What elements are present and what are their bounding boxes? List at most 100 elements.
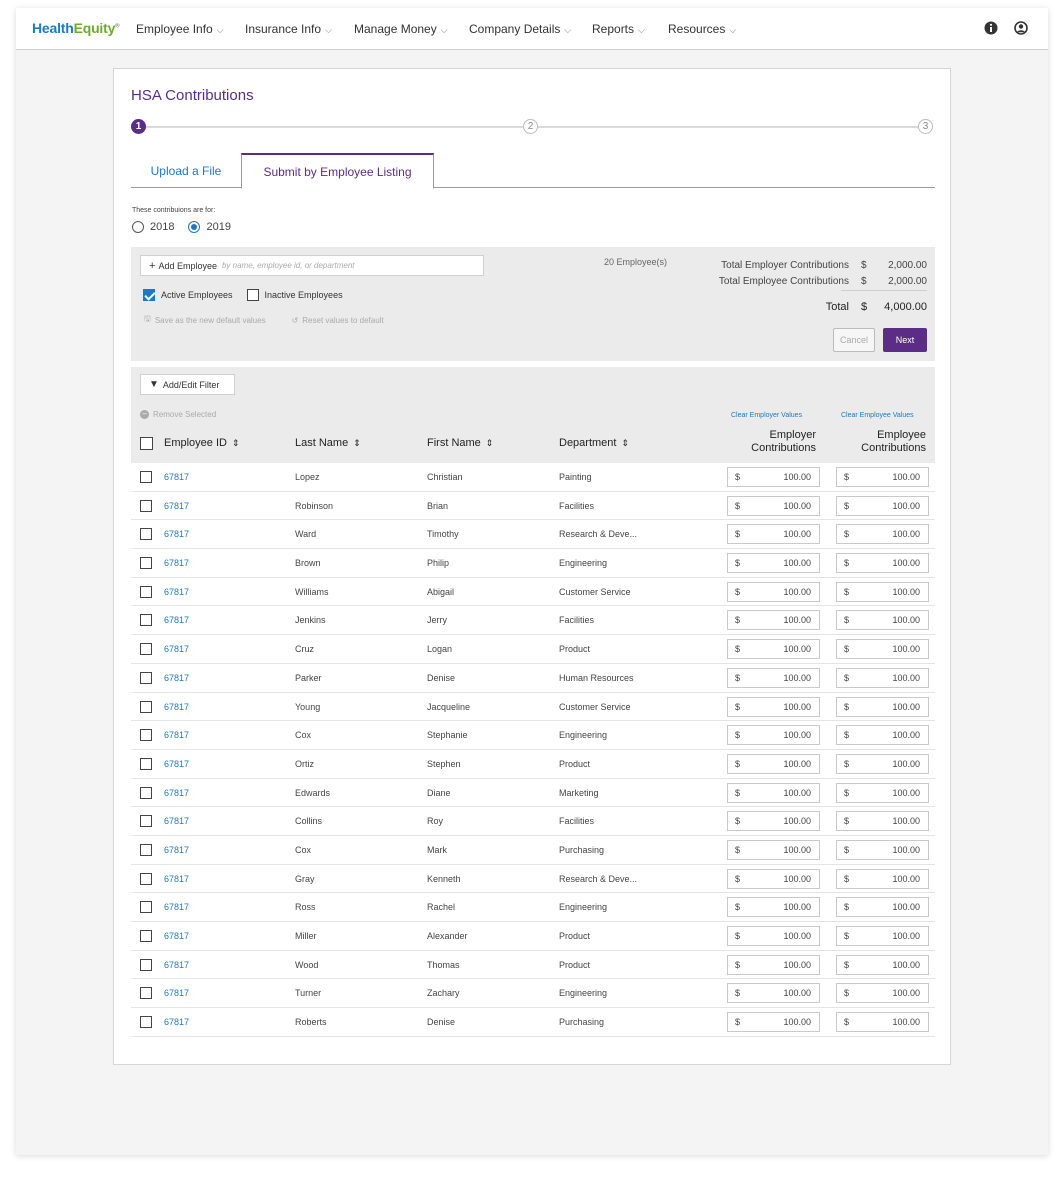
employee-contribution-input[interactable]: $100.00 — [836, 954, 929, 975]
add-employee-input[interactable]: + Add Employee by name, employee id, or … — [140, 255, 484, 276]
row-checkbox[interactable] — [140, 901, 152, 914]
employee-contribution-input[interactable]: $100.00 — [836, 926, 929, 946]
employer-contribution-input[interactable]: $100.00 — [727, 782, 820, 803]
row-checkbox[interactable] — [140, 729, 152, 742]
column-header-last-name[interactable]: Last Name ⇕ — [295, 437, 361, 449]
employer-contribution-input[interactable]: $100.00 — [727, 696, 820, 717]
employee-id-link[interactable]: 67817 — [164, 702, 189, 712]
row-checkbox[interactable] — [140, 958, 152, 971]
employee-contribution-input[interactable]: $100.00 — [836, 782, 929, 803]
employee-contribution-input[interactable]: $100.00 — [836, 1012, 929, 1033]
row-checkbox[interactable] — [140, 671, 152, 684]
row-checkbox[interactable] — [140, 757, 152, 770]
employer-contribution-input[interactable]: $100.00 — [727, 811, 820, 832]
remove-selected-button[interactable]: – Remove Selected — [140, 410, 216, 419]
employee-id-link[interactable]: 67817 — [164, 501, 189, 511]
clear-employer-values-link[interactable]: Clear Employer Values — [731, 412, 802, 419]
employee-contribution-input[interactable]: $100.00 — [836, 581, 929, 602]
employee-id-link[interactable]: 67817 — [164, 529, 189, 539]
employee-id-link[interactable]: 67817 — [164, 1017, 189, 1027]
row-checkbox[interactable] — [140, 843, 152, 856]
info-icon[interactable] — [984, 21, 998, 35]
employee-id-link[interactable]: 67817 — [164, 472, 189, 482]
employer-contribution-input[interactable]: $100.00 — [727, 524, 820, 545]
column-header-employee-id[interactable]: Employee ID ⇕ — [164, 437, 240, 449]
row-checkbox[interactable] — [140, 815, 152, 828]
employee-id-link[interactable]: 67817 — [164, 730, 189, 740]
row-checkbox[interactable] — [140, 930, 152, 942]
row-checkbox[interactable] — [140, 643, 152, 656]
employer-contribution-input[interactable]: $100.00 — [727, 610, 820, 631]
row-checkbox[interactable] — [140, 614, 152, 627]
row-checkbox[interactable] — [140, 872, 152, 885]
tab-upload-file[interactable]: Upload a File — [131, 153, 241, 188]
cancel-button[interactable]: Cancel — [833, 328, 875, 352]
employee-contribution-input[interactable]: $100.00 — [836, 839, 929, 860]
employee-contribution-input[interactable]: $100.00 — [836, 553, 929, 574]
employer-contribution-input[interactable]: $100.00 — [727, 926, 820, 946]
nav-employee-info[interactable]: Employee Info ⌵ — [136, 22, 224, 36]
employee-contribution-input[interactable]: $100.00 — [836, 667, 929, 688]
row-checkbox[interactable] — [140, 1016, 152, 1029]
reset-default-link[interactable]: Reset values to default — [302, 316, 383, 325]
employee-contribution-input[interactable]: $100.00 — [836, 725, 929, 746]
employer-contribution-input[interactable]: $100.00 — [727, 725, 820, 746]
employee-id-link[interactable]: 67817 — [164, 788, 189, 798]
employee-id-link[interactable]: 67817 — [164, 587, 189, 597]
employee-id-link[interactable]: 67817 — [164, 759, 189, 769]
employee-contribution-input[interactable]: $100.00 — [836, 610, 929, 631]
row-checkbox[interactable] — [140, 786, 152, 799]
employee-id-link[interactable]: 67817 — [164, 615, 189, 625]
employer-contribution-input[interactable]: $100.00 — [727, 954, 820, 975]
save-default-link[interactable]: Save as the new default values — [155, 316, 266, 325]
select-all-checkbox[interactable] — [140, 437, 153, 450]
nav-resources[interactable]: Resources ⌵ — [668, 22, 736, 36]
row-checkbox[interactable] — [140, 499, 152, 512]
tab-employee-listing[interactable]: Submit by Employee Listing — [241, 153, 434, 189]
row-checkbox[interactable] — [140, 557, 152, 570]
employee-contribution-input[interactable]: $100.00 — [836, 811, 929, 832]
add-edit-filter-button[interactable]: ▼ Add/Edit Filter — [140, 374, 235, 395]
employee-contribution-input[interactable]: $100.00 — [836, 524, 929, 545]
employee-id-link[interactable]: 67817 — [164, 845, 189, 855]
radio-2019[interactable] — [188, 221, 201, 233]
nav-company-details[interactable]: Company Details ⌵ — [469, 22, 571, 36]
employer-contribution-input[interactable]: $100.00 — [727, 467, 820, 487]
employer-contribution-input[interactable]: $100.00 — [727, 581, 820, 602]
employer-contribution-input[interactable]: $100.00 — [727, 1012, 820, 1033]
employee-contribution-input[interactable]: $100.00 — [836, 897, 929, 918]
row-checkbox[interactable] — [140, 585, 152, 598]
row-checkbox[interactable] — [140, 700, 152, 713]
employee-id-link[interactable]: 67817 — [164, 644, 189, 654]
employer-contribution-input[interactable]: $100.00 — [727, 495, 820, 516]
inactive-employees-checkbox[interactable] — [246, 289, 259, 301]
employee-id-link[interactable]: 67817 — [164, 558, 189, 568]
employee-contribution-input[interactable]: $100.00 — [836, 696, 929, 717]
nav-insurance-info[interactable]: Insurance Info ⌵ — [245, 22, 332, 36]
nav-reports[interactable]: Reports ⌵ — [592, 22, 645, 36]
column-header-department[interactable]: Department ⇕ — [559, 437, 629, 449]
employer-contribution-input[interactable]: $100.00 — [727, 553, 820, 574]
employer-contribution-input[interactable]: $100.00 — [727, 983, 820, 1004]
employee-contribution-input[interactable]: $100.00 — [836, 639, 929, 660]
employee-contribution-input[interactable]: $100.00 — [836, 495, 929, 516]
employee-id-link[interactable]: 67817 — [164, 902, 189, 912]
column-header-first-name[interactable]: First Name ⇕ — [427, 437, 493, 449]
employee-id-link[interactable]: 67817 — [164, 874, 189, 884]
next-button[interactable]: Next — [883, 328, 927, 352]
employee-contribution-input[interactable]: $100.00 — [836, 753, 929, 774]
employer-contribution-input[interactable]: $100.00 — [727, 639, 820, 660]
row-checkbox[interactable] — [140, 987, 152, 1000]
employer-contribution-input[interactable]: $100.00 — [727, 868, 820, 889]
employer-contribution-input[interactable]: $100.00 — [727, 667, 820, 688]
clear-employee-values-link[interactable]: Clear Employee Values — [841, 412, 914, 419]
user-icon[interactable] — [1014, 21, 1028, 35]
employer-contribution-input[interactable]: $100.00 — [727, 897, 820, 918]
row-checkbox[interactable] — [140, 471, 152, 483]
active-employees-checkbox[interactable] — [143, 289, 155, 301]
employee-id-link[interactable]: 67817 — [164, 673, 189, 683]
employee-contribution-input[interactable]: $100.00 — [836, 467, 929, 487]
employer-contribution-input[interactable]: $100.00 — [727, 839, 820, 860]
employee-id-link[interactable]: 67817 — [164, 960, 189, 970]
employer-contribution-input[interactable]: $100.00 — [727, 753, 820, 774]
